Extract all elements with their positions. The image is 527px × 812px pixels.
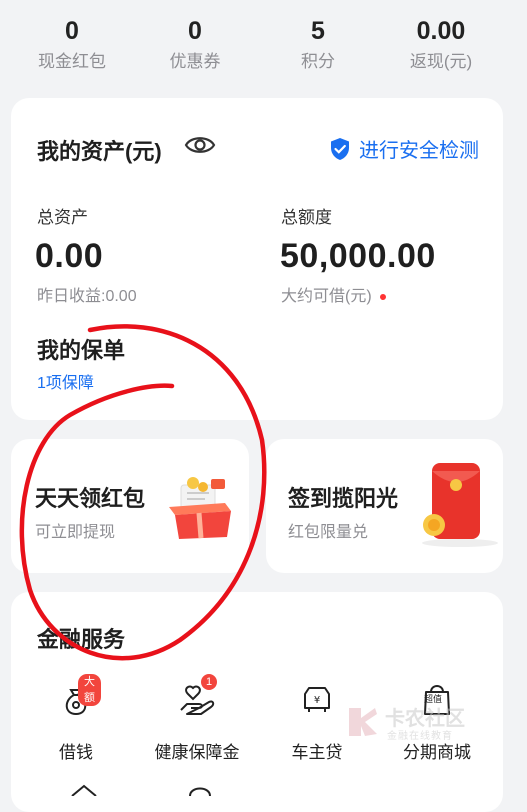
service-borrow[interactable]: 大额 借钱 (16, 674, 136, 763)
credit-label: 总额度 (281, 208, 332, 227)
hand-heart-icon: 1 (177, 674, 218, 720)
yesterday-earnings: 昨日收益:0.00 (37, 288, 137, 305)
stat-points[interactable]: 5 积分 (253, 16, 383, 72)
red-envelope-icon (422, 463, 498, 547)
promo-subtitle: 红包限量兑 (288, 524, 369, 541)
badge-large-amount: 大额 (78, 674, 101, 706)
stat-cash-redpacket[interactable]: 0 现金红包 (7, 16, 137, 72)
service-health-protection[interactable]: 1 健康保障金 (137, 674, 257, 763)
stat-label: 优惠券 (169, 52, 221, 71)
money-bag-icon: 大额 (56, 674, 101, 720)
policy-title[interactable]: 我的保单 (37, 333, 125, 365)
total-assets-value[interactable]: 0.00 (35, 237, 103, 276)
eye-icon[interactable] (184, 132, 216, 158)
assets-card: 我的资产(元) 进行安全检测 总资产 0.00 昨日收益:0.00 总额度 50… (11, 98, 503, 420)
total-assets-label: 总资产 (37, 208, 88, 227)
stat-label: 现金红包 (38, 52, 106, 71)
notification-dot (379, 293, 386, 300)
stat-value: 0.00 (416, 17, 466, 45)
stats-bar: 0 现金红包 0 优惠券 5 积分 0.00 返现(元) (0, 0, 527, 90)
partial-row-icon (71, 784, 97, 796)
partial-row-icon (189, 787, 211, 796)
stat-label: 积分 (301, 52, 335, 71)
promo-title: 签到揽阳光 (288, 486, 399, 511)
svg-text:¥: ¥ (314, 695, 320, 706)
security-check-button[interactable]: 进行安全检测 (329, 134, 479, 163)
promo-title: 天天领红包 (35, 486, 146, 511)
borrowable-hint: 大约可借(元) (281, 282, 386, 306)
stat-value: 5 (311, 17, 325, 45)
badge-count: 1 (201, 674, 218, 690)
security-check-label: 进行安全检测 (359, 140, 479, 162)
stat-value: 0 (65, 17, 79, 45)
signin-sunshine-card[interactable]: 签到揽阳光 红包限量兑 (266, 439, 503, 573)
service-label: 健康保障金 (154, 743, 240, 762)
car-loan-icon: ¥ (297, 680, 337, 720)
stat-coupons[interactable]: 0 优惠券 (130, 16, 260, 72)
credit-value[interactable]: 50,000.00 (280, 237, 436, 276)
service-label: 借钱 (59, 743, 93, 762)
stat-cashback[interactable]: 0.00 返现(元) (376, 16, 506, 72)
finance-title: 金融服务 (37, 627, 126, 652)
policy-link[interactable]: 1项保障 (37, 369, 94, 393)
shield-icon (331, 137, 349, 160)
watermark: 卡农社区 金融在线教育 (345, 700, 475, 744)
watermark-subtext: 金融在线教育 (387, 731, 453, 742)
daily-redpacket-card[interactable]: 天天领红包 可立即提现 (11, 439, 249, 573)
stat-value: 0 (188, 17, 202, 45)
stat-label: 返现(元) (409, 52, 473, 71)
promo-subtitle: 可立即提现 (35, 524, 116, 541)
watermark-logo-icon (349, 708, 377, 736)
assets-title: 我的资产(元) (37, 139, 162, 164)
gift-box-icon (169, 477, 231, 539)
borrowable-label: 大约可借(元) (281, 288, 372, 305)
